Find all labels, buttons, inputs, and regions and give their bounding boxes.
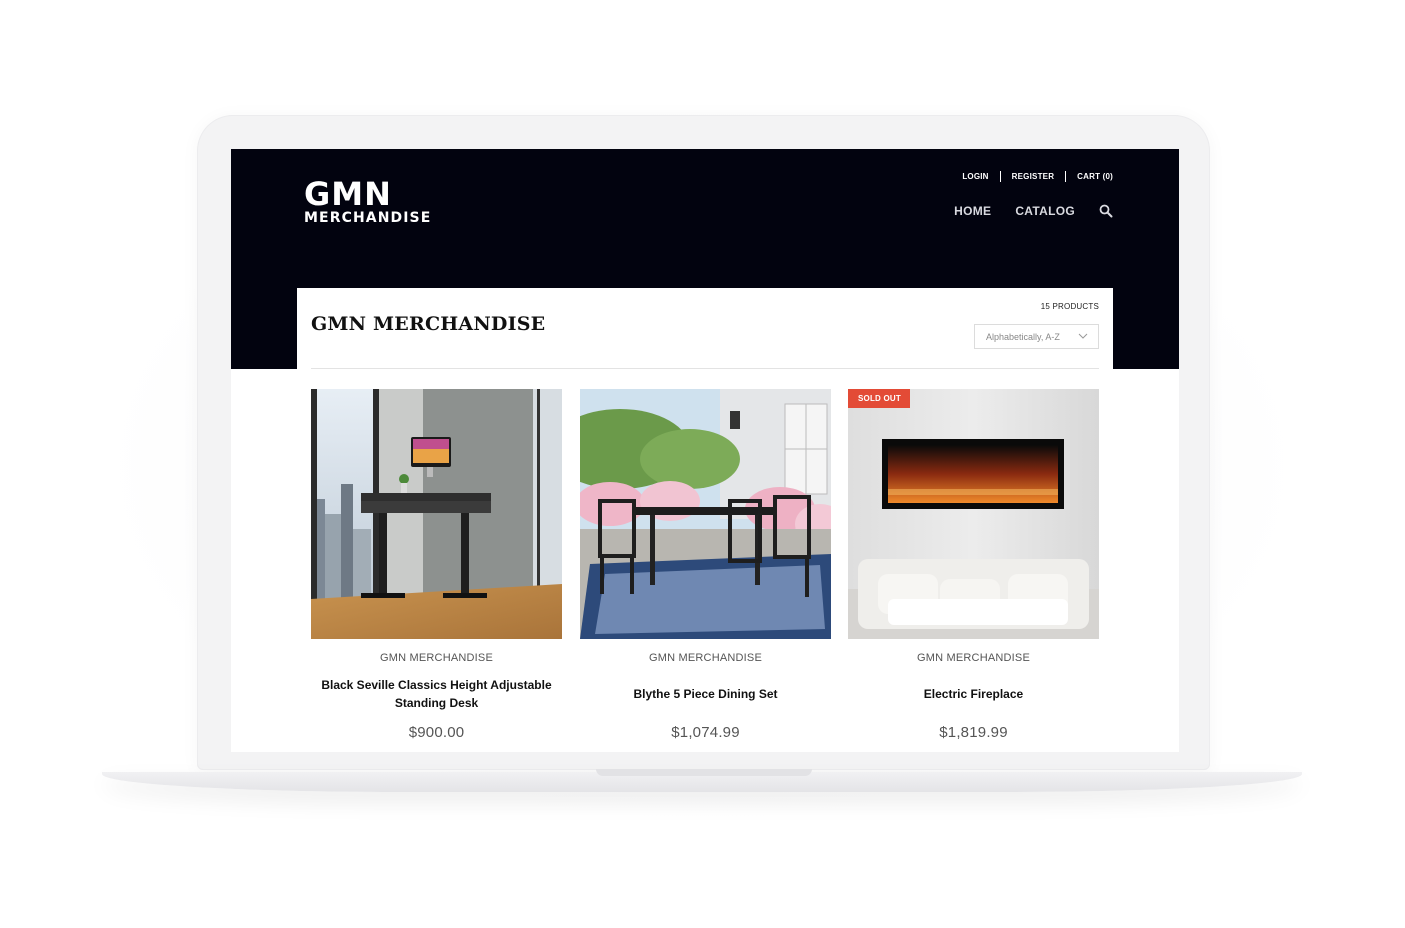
page-title: GMN MERCHANDISE [311,313,546,335]
product-title[interactable]: Electric Fireplace [848,675,1099,713]
product-card[interactable]: SOLD OUT GMN MERCHANDISE Electric Firepl… [848,389,1099,741]
register-link[interactable]: REGISTER [1012,172,1055,181]
product-vendor: GMN MERCHANDISE [379,652,493,664]
search-icon[interactable] [1099,204,1113,218]
product-price: $900.00 [408,724,465,741]
product-title[interactable]: Black Seville Classics Height Adjustable… [311,675,562,713]
product-card[interactable]: GMN MERCHANDISE Black Seville Classics H… [311,389,562,741]
product-price: $1,819.99 [939,724,1008,741]
product-vendor: GMN MERCHANDISE [648,652,762,664]
nav-catalog[interactable]: CATALOG [1015,204,1075,218]
product-count: 15 PRODUCTS [1040,302,1099,311]
logo-line-1: GMN [304,175,392,213]
product-price: $1,074.99 [671,724,740,741]
laptop-screen: GMN MERCHANDISE LOGIN REGISTER CART (0) … [231,149,1179,752]
sold-out-badge: SOLD OUT [848,389,910,408]
laptop-notch [596,769,812,776]
utility-nav: LOGIN REGISTER CART (0) [962,171,1113,182]
mockup-stage: GMN MERCHANDISE LOGIN REGISTER CART (0) … [0,0,1405,928]
product-grid: GMN MERCHANDISE Black Seville Classics H… [311,389,1099,752]
sort-select[interactable]: Alphabetically, A-Z [974,324,1099,349]
product-card[interactable]: GMN MERCHANDISE Blythe 5 Piece Dining Se… [580,389,831,741]
main-nav: HOME CATALOG [930,204,1113,218]
divider [999,171,1001,182]
cart-link[interactable]: CART (0) [1077,172,1113,181]
brand-logo[interactable]: GMN MERCHANDISE [304,175,432,226]
sort-selected-value: Alphabetically, A-Z [986,331,1060,342]
product-title[interactable]: Blythe 5 Piece Dining Set [580,675,831,713]
divider [1065,171,1067,182]
product-image-dining-set[interactable] [580,389,831,639]
chevron-down-icon [1078,333,1088,339]
collection-header: GMN MERCHANDISE 15 PRODUCTS Alphabetical… [297,288,1113,369]
section-divider [311,368,1099,369]
product-vendor: GMN MERCHANDISE [916,652,1030,664]
product-image-standing-desk[interactable] [311,389,562,639]
logo-line-2: MERCHANDISE [304,210,432,226]
nav-home[interactable]: HOME [954,204,991,218]
login-link[interactable]: LOGIN [962,172,988,181]
product-image-fireplace[interactable]: SOLD OUT [848,389,1099,639]
